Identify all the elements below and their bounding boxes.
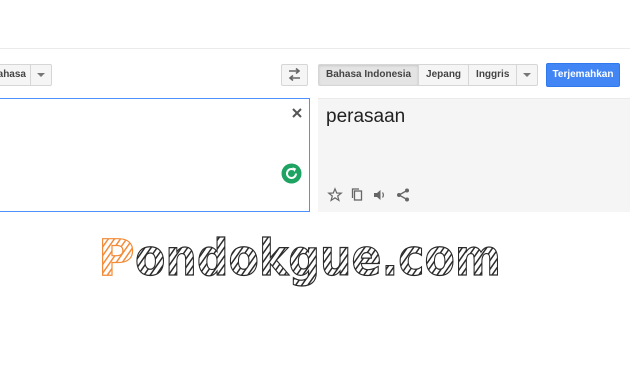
watermark: P ondokgue.com — [97, 228, 501, 287]
watermark-first-letter: P — [98, 229, 135, 287]
watermark-text: ondokgue.com — [135, 229, 501, 287]
